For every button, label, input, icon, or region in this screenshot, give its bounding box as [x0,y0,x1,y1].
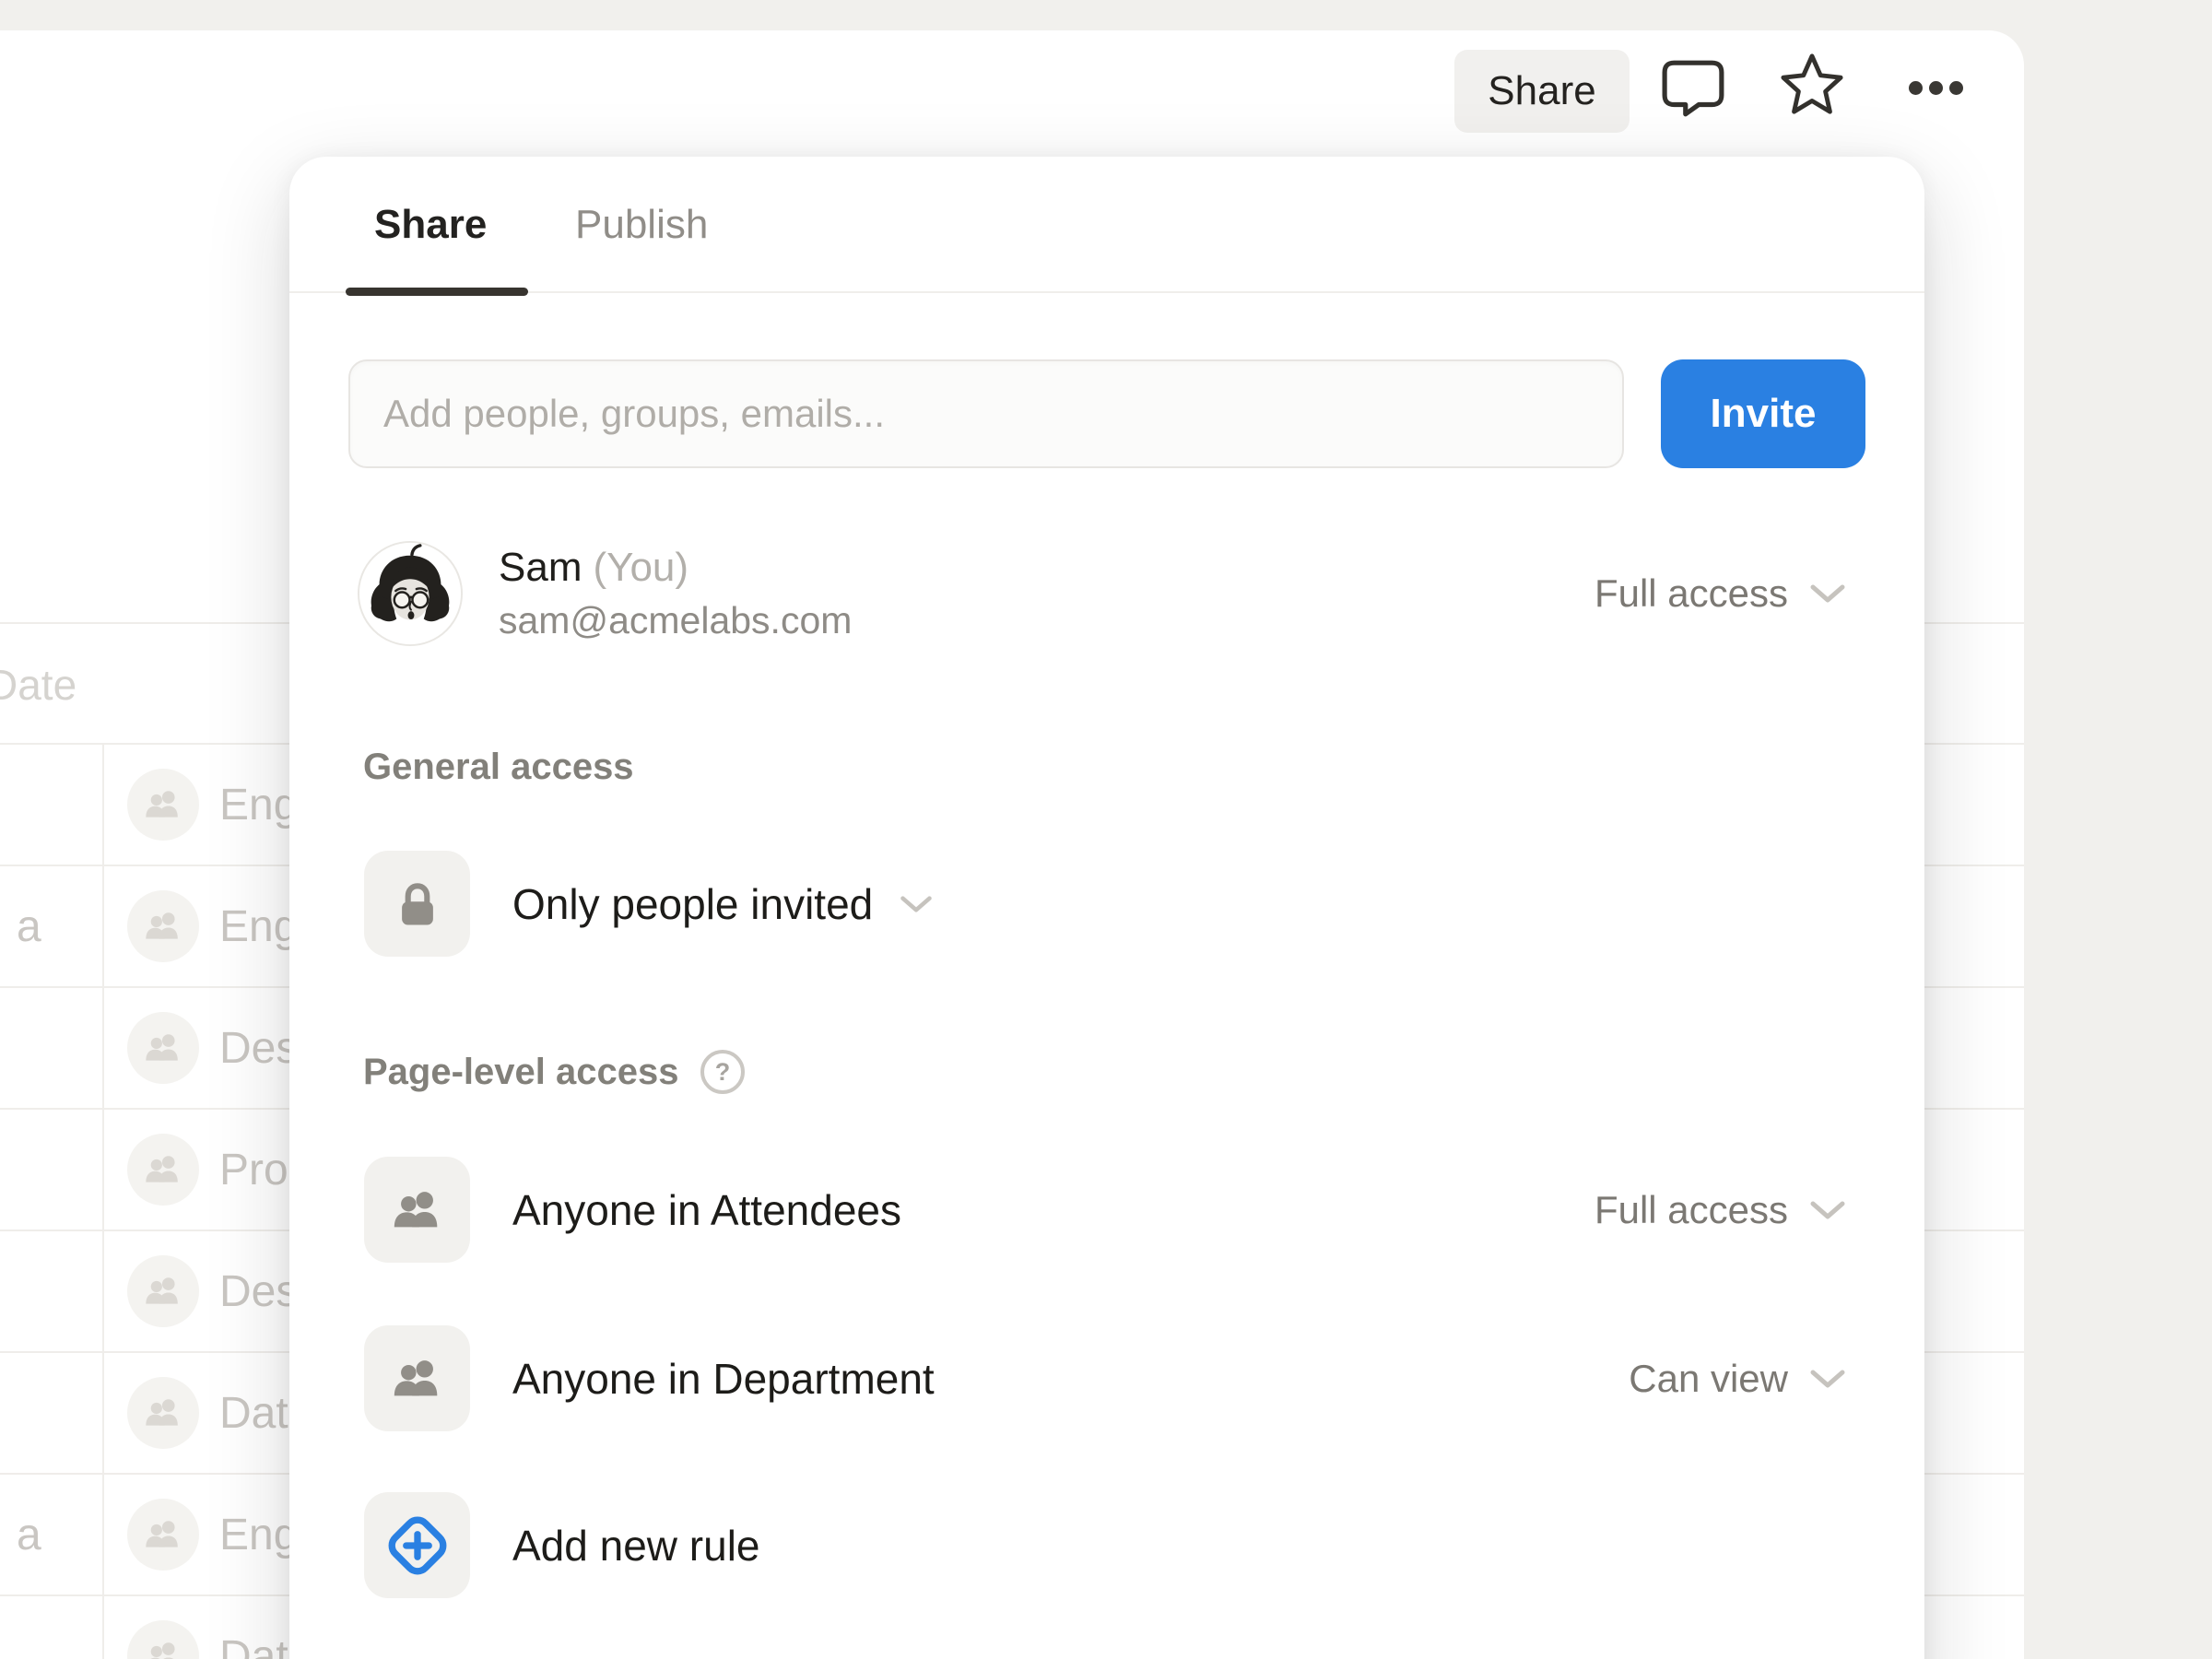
svg-text:?: ? [715,1058,731,1086]
table-cell-label: Des [219,1266,298,1317]
general-access-row[interactable]: Only people invited [364,851,1847,957]
invite-button[interactable]: Invite [1661,359,1865,468]
table-cell-label: Eng [219,901,298,952]
member-name-text: Sam [499,545,582,590]
chevron-down-icon [1808,582,1847,605]
chevron-down-icon [1808,1199,1847,1221]
share-dialog: Share Publish Invite [289,157,1924,1659]
table-cell-label: Dat [219,1631,288,1659]
people-avatar-icon [127,890,199,962]
general-access-heading: General access [363,747,634,788]
rule-access-label: Can view [1629,1357,1788,1401]
member-email: sam@acmelabs.com [499,599,852,642]
tab-share-label: Share [374,202,487,248]
rule-access-label: Full access [1594,1188,1788,1232]
invite-input[interactable] [348,359,1624,468]
general-access-heading-label: General access [363,747,634,788]
table-column-header-date: Date [0,660,76,710]
ellipsis-dot [1909,81,1923,95]
chevron-down-icon [1808,1368,1847,1390]
table-cell-label: Des [219,1023,298,1074]
comment-icon[interactable] [1661,58,1725,119]
general-access-value: Only people invited [512,879,873,929]
rule-label: Anyone in Department [512,1354,935,1404]
rule-access-dropdown[interactable]: Can view [1629,1357,1847,1401]
share-button[interactable]: Share [1454,50,1630,133]
page-level-access-heading-label: Page-level access [363,1052,678,1093]
people-icon [364,1157,470,1263]
people-avatar-icon [127,1377,199,1449]
add-new-rule-row[interactable]: Add new rule [364,1492,1847,1598]
page-level-access-heading: Page-level access ? [363,1048,747,1096]
lock-icon [364,851,470,957]
help-icon[interactable]: ? [699,1048,747,1096]
more-options-icon[interactable] [1907,80,1964,95]
ellipsis-dot [1949,81,1963,95]
member-row: Sam(You) sam@acmelabs.com Full access [356,536,1847,651]
people-icon [364,1325,470,1431]
avatar [356,539,465,648]
add-rule-diamond-plus-icon [364,1492,470,1598]
active-tab-underline [346,288,528,296]
rule-label: Anyone in Attendees [512,1185,901,1235]
chevron-down-icon [899,894,934,914]
share-dialog-tabbar: Share Publish [289,157,1924,293]
page-rule-row-department: Anyone in Department Can view [364,1325,1847,1431]
people-avatar-icon [127,1499,199,1571]
rule-access-dropdown[interactable]: Full access [1594,1188,1847,1232]
ellipsis-dot [1929,81,1943,95]
member-access-label: Full access [1594,571,1788,616]
tab-publish[interactable]: Publish [575,157,708,293]
member-access-dropdown[interactable]: Full access [1594,571,1847,616]
invite-row: Invite [348,359,1865,468]
people-avatar-icon [127,769,199,841]
table-cell-label: Pro [219,1145,288,1195]
people-avatar-icon [127,1255,199,1327]
star-icon[interactable] [1778,52,1846,116]
member-name: Sam(You) [499,545,852,591]
people-avatar-icon [127,1134,199,1206]
table-cell-label: Eng [219,780,298,830]
people-avatar-icon [127,1620,199,1659]
page-rule-row-attendees: Anyone in Attendees Full access [364,1157,1847,1263]
member-info: Sam(You) sam@acmelabs.com [499,545,852,642]
table-cell-fragment: a [17,1510,41,1560]
share-button-label: Share [1488,68,1595,114]
table-cell-label: Eng [219,1510,298,1560]
people-avatar-icon [127,1012,199,1084]
member-you-suffix: (You) [593,545,688,590]
add-new-rule-label: Add new rule [512,1521,760,1571]
tab-publish-label: Publish [575,202,708,248]
table-cell-label: Dat [219,1388,288,1439]
table-cell-fragment: a [17,901,41,952]
tab-share[interactable]: Share [374,157,487,293]
